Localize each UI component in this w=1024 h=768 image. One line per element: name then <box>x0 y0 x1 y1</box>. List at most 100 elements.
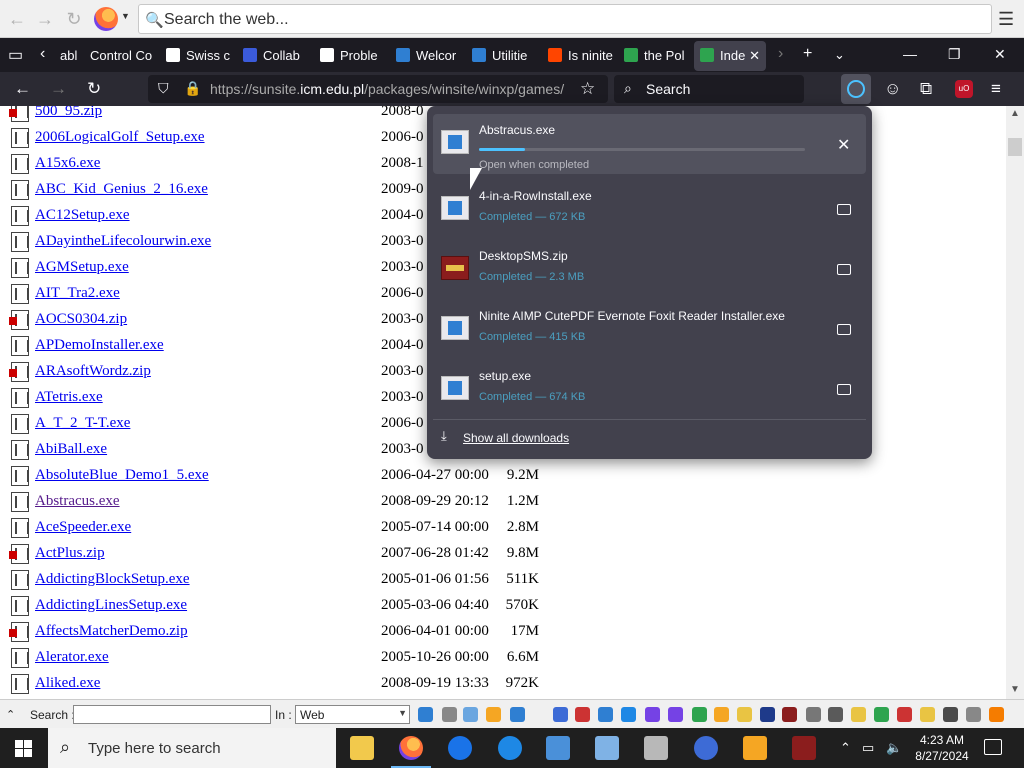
app-icon[interactable] <box>546 736 570 760</box>
file-link[interactable]: AOCS0304.zip <box>35 311 127 328</box>
tab-9[interactable]: Inde ✕ <box>694 41 766 71</box>
tool-icon[interactable] <box>645 707 660 722</box>
file-link[interactable]: 500_95.zip <box>35 106 102 120</box>
nav-search-input[interactable]: ⌕ Search <box>614 75 804 103</box>
bolt-icon[interactable] <box>714 707 729 722</box>
scroll-thumb[interactable] <box>1008 138 1022 156</box>
windows-start-icon[interactable] <box>15 740 32 757</box>
open-folder-icon[interactable] <box>837 204 851 215</box>
arrows-icon[interactable] <box>897 707 912 722</box>
file-link[interactable]: ADayintheLifecolourwin.exe <box>35 233 211 250</box>
dollar-icon[interactable] <box>874 707 889 722</box>
gift-icon[interactable] <box>692 707 707 722</box>
clock[interactable]: 4:23 AM 8/27/2024 <box>912 732 972 764</box>
back-arrow-icon[interactable]: ← <box>6 8 28 30</box>
file-link[interactable]: ATetris.exe <box>35 389 103 406</box>
chart-icon[interactable] <box>806 707 821 722</box>
file-link[interactable]: Abstracus.exe <box>35 493 120 510</box>
url-text[interactable]: https://sunsite.icm.edu.pl/packages/wins… <box>210 81 564 97</box>
downloads-button[interactable] <box>841 74 871 104</box>
hamburger-menu-icon[interactable]: ☰ <box>998 9 1014 30</box>
tab-overview-icon[interactable]: ▭ <box>8 45 23 65</box>
restore-icon[interactable]: ❐ <box>948 46 961 63</box>
tab-scroll-left-icon[interactable]: ‹ <box>40 45 45 63</box>
forward-arrow-icon[interactable]: → <box>34 8 56 30</box>
download-item[interactable]: Abstracus.exe Open when completed ✕ <box>433 114 866 174</box>
file-link[interactable]: ABC_Kid_Genius_2_16.exe <box>35 181 208 198</box>
tab-1[interactable]: Control Co <box>84 41 156 71</box>
back-arrow-icon[interactable]: ← <box>14 79 31 99</box>
scroll-down-icon[interactable]: ▼ <box>1010 684 1020 695</box>
collapse-icon[interactable]: ⌃ <box>6 708 15 721</box>
file-link[interactable]: AIT_Tra2.exe <box>35 285 120 302</box>
file-link[interactable]: AbsoluteBlue_Demo1_5.exe <box>35 467 209 484</box>
box-icon[interactable] <box>668 707 683 722</box>
reload-icon[interactable]: ↻ <box>87 79 101 99</box>
file-link[interactable]: A15x6.exe <box>35 155 100 172</box>
shield-icon[interactable]: ⛉ <box>158 80 169 97</box>
tab-3[interactable]: Collab <box>237 41 309 71</box>
chevron-down-icon[interactable]: ▼ <box>121 11 130 21</box>
folder-icon[interactable] <box>553 707 568 722</box>
tab-5[interactable]: Welcor <box>390 41 462 71</box>
show-all-downloads-link[interactable]: Show all downloads <box>463 431 569 445</box>
minimize-icon[interactable]: — <box>903 46 917 62</box>
tag-icon[interactable] <box>828 707 843 722</box>
tab-2[interactable]: Swiss c <box>160 41 232 71</box>
reload-icon[interactable]: ↻ <box>63 8 85 30</box>
file-link[interactable]: ActPlus.zip <box>35 545 105 562</box>
file-link[interactable]: A_T_2_T-T.exe <box>35 415 130 432</box>
lock-icon[interactable]: 🔒 <box>184 80 201 97</box>
url-bar[interactable]: ⛉ 🔒 https://sunsite.icm.edu.pl/packages/… <box>148 75 608 103</box>
search-scope-select[interactable]: Web ▼ <box>295 705 410 724</box>
file-link[interactable]: AffectsMatcherDemo.zip <box>35 623 188 640</box>
page-icon[interactable] <box>442 707 457 722</box>
file-link[interactable]: AGMSetup.exe <box>35 259 129 276</box>
figure-icon[interactable] <box>943 707 958 722</box>
firefox-taskbar-icon[interactable] <box>391 736 431 768</box>
file-link[interactable]: Aliked.exe <box>35 675 100 692</box>
file-link[interactable]: AC12Setup.exe <box>35 207 130 224</box>
new-tab-plus-icon[interactable]: + <box>803 45 812 63</box>
cancel-download-icon[interactable]: ✕ <box>837 135 850 155</box>
app-menu-icon[interactable]: ≡ <box>991 79 1001 99</box>
close-tab-icon[interactable]: ✕ <box>749 41 760 71</box>
tab-list-chevron-icon[interactable]: ⌄ <box>834 47 845 63</box>
bookmark-star-icon[interactable]: ☆ <box>580 79 595 99</box>
file-link[interactable]: APDemoInstaller.exe <box>35 337 164 354</box>
file-link[interactable]: 2006LogicalGolf_Setup.exe <box>35 129 205 146</box>
tab-scroll-right-icon[interactable]: › <box>778 45 783 63</box>
firefox-logo-icon[interactable] <box>94 7 118 31</box>
chrome-icon[interactable] <box>448 736 472 760</box>
tab-6[interactable]: Utilitie <box>466 41 538 71</box>
extensions-icon[interactable]: ⧉ <box>920 79 932 99</box>
file-explorer-icon[interactable] <box>350 736 374 760</box>
diamond-icon[interactable] <box>737 707 752 722</box>
download-item[interactable]: setup.exe Completed — 674 KB <box>433 360 866 420</box>
battery-icon[interactable] <box>920 707 935 722</box>
volume-muted-icon[interactable]: 🔈 <box>886 740 902 756</box>
utility-icon[interactable] <box>644 736 668 760</box>
web-search-input[interactable]: 🔍 Search the web... <box>138 4 992 34</box>
vertical-scrollbar[interactable]: ▲ ▼ <box>1006 106 1024 699</box>
news-icon[interactable] <box>598 707 613 722</box>
network-icon[interactable]: ▭ <box>862 740 874 756</box>
account-icon[interactable]: ☺ <box>884 79 901 99</box>
download-item[interactable]: 4-in-a-RowInstall.exe Completed — 672 KB <box>433 180 866 240</box>
tray-chevron-icon[interactable]: ⌃ <box>840 740 851 756</box>
file-link[interactable]: AceSpeeder.exe <box>35 519 131 536</box>
ublock-icon[interactable]: uO <box>955 80 973 98</box>
gear-icon[interactable] <box>989 707 1004 722</box>
notification-icon[interactable] <box>984 739 1002 755</box>
forward-arrow-icon[interactable]: → <box>50 79 67 99</box>
tab-0[interactable]: abl <box>60 41 80 71</box>
close-window-icon[interactable]: ✕ <box>994 46 1006 63</box>
stack-icon[interactable] <box>575 707 590 722</box>
bulb-icon[interactable] <box>851 707 866 722</box>
file-link[interactable]: Alerator.exe <box>35 649 109 666</box>
zoom-icon[interactable] <box>418 707 433 722</box>
open-folder-icon[interactable] <box>837 384 851 395</box>
download-item[interactable]: Ninite AIMP CutePDF Evernote Foxit Reade… <box>433 300 866 360</box>
winrar-icon[interactable] <box>792 736 816 760</box>
bottom-search-input[interactable] <box>73 705 271 724</box>
